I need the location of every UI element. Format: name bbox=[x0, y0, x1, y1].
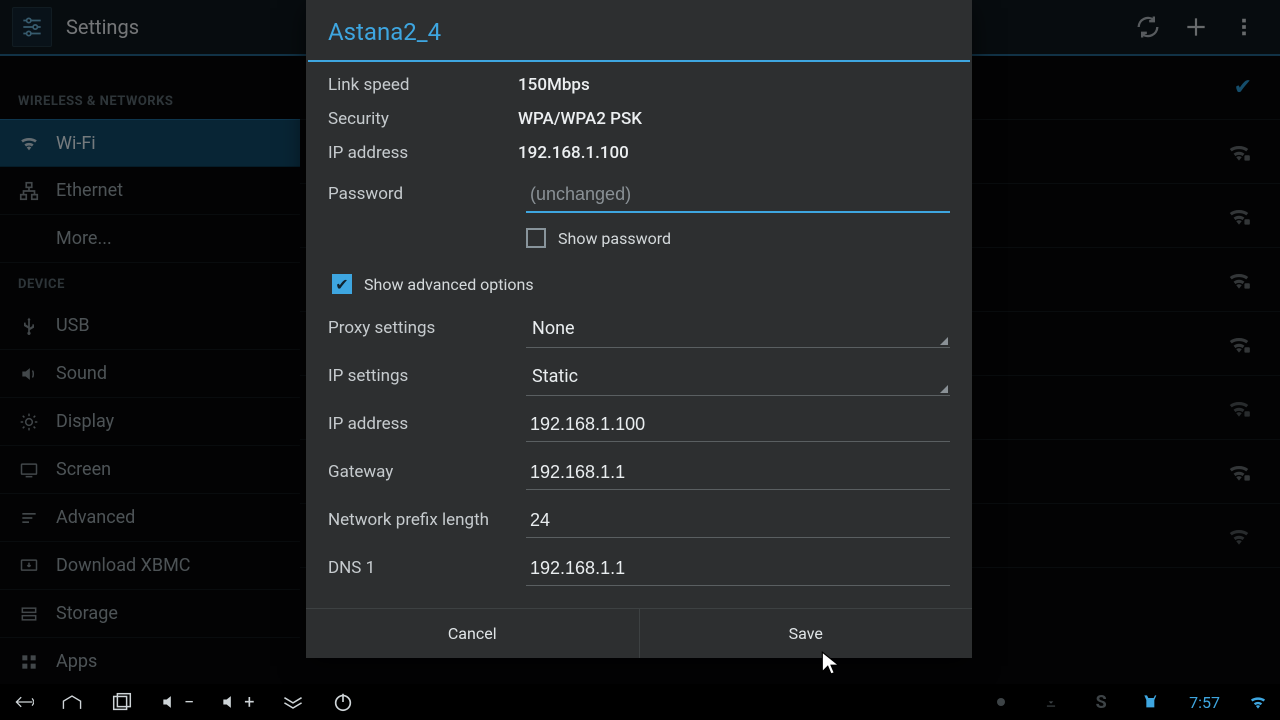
ip-settings-row: IP settings Static bbox=[328, 352, 950, 400]
link-speed-value: 150Mbps bbox=[518, 75, 590, 95]
prefix-label: Network prefix length bbox=[328, 510, 526, 530]
dialog-button-bar: Cancel Save bbox=[306, 608, 972, 658]
dialog-body[interactable]: Link speed 150Mbps Security WPA/WPA2 PSK… bbox=[306, 62, 972, 608]
security-value: WPA/WPA2 PSK bbox=[518, 109, 642, 129]
prefix-row: Network prefix length bbox=[328, 496, 950, 544]
proxy-settings-label: Proxy settings bbox=[328, 318, 526, 338]
show-advanced-label: Show advanced options bbox=[364, 275, 534, 294]
volume-up-button[interactable]: + bbox=[220, 692, 254, 713]
download-status-icon bbox=[1039, 690, 1063, 714]
shopping-status-icon bbox=[1139, 690, 1163, 714]
dns1-input[interactable] bbox=[526, 550, 950, 586]
dialog-title: Astana2_4 bbox=[306, 0, 972, 60]
security-row: Security WPA/WPA2 PSK bbox=[328, 102, 950, 136]
volume-down-button[interactable]: − bbox=[160, 692, 194, 713]
gateway-row: Gateway bbox=[328, 448, 950, 496]
ip-address-label: IP address bbox=[328, 414, 526, 434]
prefix-input[interactable] bbox=[526, 502, 950, 538]
wifi-network-dialog: Astana2_4 Link speed 150Mbps Security WP… bbox=[306, 0, 972, 658]
ip-info-label: IP address bbox=[328, 143, 518, 163]
ip-settings-spinner[interactable]: Static bbox=[526, 356, 950, 396]
show-advanced-checkbox[interactable]: ✔ bbox=[332, 274, 352, 294]
proxy-settings-spinner[interactable]: None bbox=[526, 308, 950, 348]
status-dot-icon bbox=[989, 690, 1013, 714]
proxy-settings-row: Proxy settings None bbox=[328, 304, 950, 352]
back-button[interactable] bbox=[10, 690, 34, 714]
home-button[interactable] bbox=[60, 690, 84, 714]
status-bar-clock: 7:57 bbox=[1189, 693, 1220, 712]
gateway-input[interactable] bbox=[526, 454, 950, 490]
dns2-row: DNS 2 bbox=[328, 592, 950, 608]
ip-info-row: IP address 192.168.1.100 bbox=[328, 136, 950, 170]
system-nav-bar: − + S 7:57 bbox=[0, 684, 1280, 720]
recents-button[interactable] bbox=[110, 690, 134, 714]
power-button[interactable] bbox=[331, 690, 355, 714]
password-row: Password bbox=[328, 170, 950, 218]
show-password-label: Show password bbox=[558, 229, 671, 248]
mouse-cursor-icon bbox=[820, 650, 842, 676]
dns2-input[interactable] bbox=[526, 598, 950, 608]
security-label: Security bbox=[328, 109, 518, 129]
password-input[interactable] bbox=[526, 176, 950, 213]
ip-settings-label: IP settings bbox=[328, 366, 526, 386]
save-button[interactable]: Save bbox=[639, 609, 973, 658]
cancel-button[interactable]: Cancel bbox=[306, 609, 639, 658]
show-password-checkbox[interactable] bbox=[526, 228, 546, 248]
link-speed-label: Link speed bbox=[328, 75, 518, 95]
app-status-icon: S bbox=[1089, 690, 1113, 714]
ip-address-input[interactable] bbox=[526, 406, 950, 442]
ip-info-value: 192.168.1.100 bbox=[518, 143, 629, 163]
gateway-label: Gateway bbox=[328, 462, 526, 482]
link-speed-row: Link speed 150Mbps bbox=[328, 68, 950, 102]
show-password-row[interactable]: Show password bbox=[328, 218, 950, 258]
dns1-row: DNS 1 bbox=[328, 544, 950, 592]
wifi-status-icon bbox=[1246, 690, 1270, 714]
dns1-label: DNS 1 bbox=[328, 558, 526, 578]
collapse-button[interactable] bbox=[281, 690, 305, 714]
show-advanced-row[interactable]: ✔ Show advanced options bbox=[328, 264, 950, 304]
password-label: Password bbox=[328, 184, 526, 204]
ip-address-row: IP address bbox=[328, 400, 950, 448]
